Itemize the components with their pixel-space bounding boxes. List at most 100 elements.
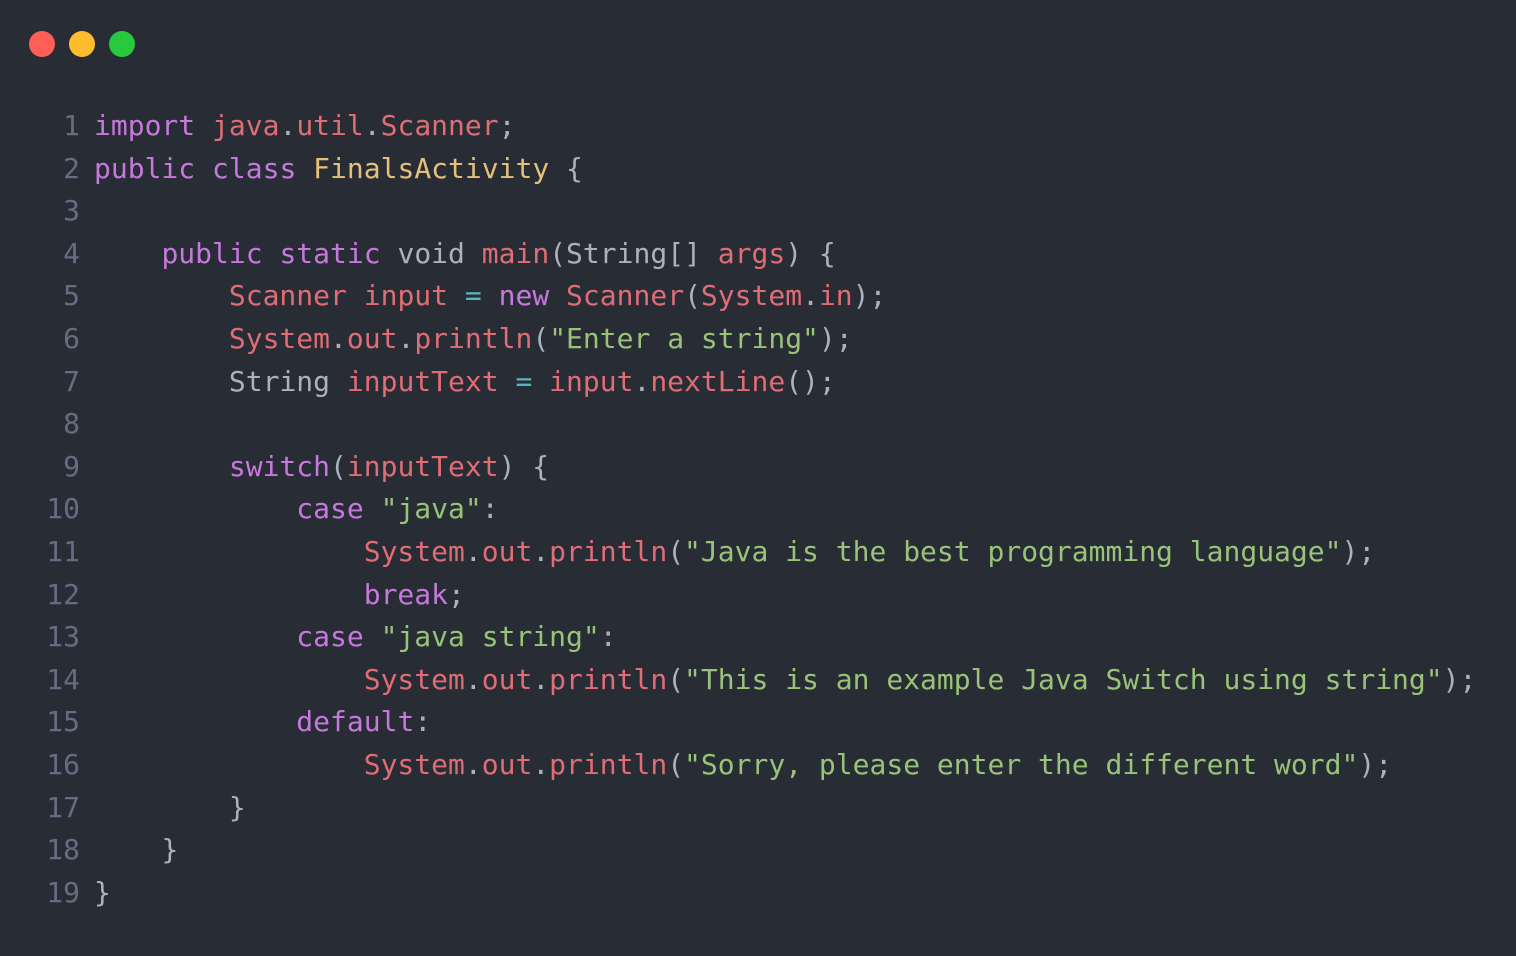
code-token: input [549, 364, 634, 398]
code-token: ( [667, 747, 685, 781]
line-number: 4 [63, 236, 80, 270]
code-line: 5 Scanner input = new Scanner(System.in)… [0, 275, 1476, 318]
code-token: ; [448, 577, 465, 611]
code-token: : [414, 705, 432, 739]
code-token: . [279, 109, 297, 142]
code-line: 11 System.out.println("Java is the best … [0, 531, 1476, 574]
code-token: in [818, 279, 853, 313]
code-token: println [414, 321, 533, 355]
code-token: "java string" [380, 620, 600, 654]
code-line: 3 [0, 190, 1476, 233]
line-content: public static void main(String[] args) { [94, 233, 835, 276]
code-token: input [363, 279, 449, 313]
code-line: 15 default: [0, 701, 1476, 744]
code-token: . [464, 662, 482, 696]
code-line: 14 System.out.println("This is an exampl… [0, 659, 1476, 702]
code-token: "Sorry, please enter the different word" [684, 747, 1359, 781]
code-line: 10 case "java": [0, 488, 1476, 531]
code-window: 1 import java.util.Scanner; 2 public class … [0, 0, 1516, 956]
code-token: Scanner [380, 109, 499, 142]
minimize-window-button[interactable] [69, 31, 95, 57]
code-token: = [515, 364, 533, 398]
code-token: . [330, 321, 347, 355]
code-token: println [549, 747, 668, 781]
line-content: Scanner input = new Scanner(System.in); [94, 275, 887, 318]
code-token: println [549, 662, 668, 696]
code-line: 4 public static void main(String[] args)… [0, 233, 1476, 276]
line-content: public class FinalsActivity { [94, 148, 583, 191]
code-token: Scanner [228, 279, 347, 313]
line-content: System.out.println("This is an example J… [94, 659, 1477, 702]
code-token: public [161, 236, 263, 270]
line-content: case "java": [94, 488, 498, 531]
code-token: java [212, 109, 280, 142]
code-token: . [397, 321, 415, 355]
code-line: 7 String inputText = input.nextLine(); [0, 361, 1476, 404]
code-token: : [599, 620, 617, 654]
code-token: "java" [380, 492, 482, 526]
code-token: ); [1442, 662, 1477, 696]
code-token: (String[] [549, 236, 718, 270]
code-line: 13 case "java string": [0, 616, 1476, 659]
code-token: { [549, 151, 583, 185]
code-token: case [296, 492, 364, 526]
code-line: 19} [0, 872, 1476, 915]
code-token: main [481, 236, 550, 270]
line-number: 2 [63, 151, 80, 185]
code-token: ( [330, 449, 347, 483]
code-token: ); [818, 321, 853, 355]
line-number: 1 [63, 109, 80, 142]
code-token: ); [852, 279, 887, 313]
code-token: . [633, 364, 651, 398]
line-content: case "java string": [94, 616, 617, 659]
line-content: System.out.println("Enter a string"); [94, 318, 853, 361]
code-token: void [380, 236, 482, 270]
line-content: switch(inputText) { [94, 446, 549, 489]
line-number: 16 [46, 747, 80, 781]
line-number: 5 [63, 279, 80, 313]
code-token: System [700, 279, 803, 313]
code-token: case [296, 620, 364, 654]
code-token: . [532, 662, 550, 696]
code-token: new [498, 279, 550, 313]
code-token: . [363, 109, 381, 142]
zoom-window-button[interactable] [109, 31, 135, 57]
code-token: static [279, 236, 381, 270]
code-line: 12 break; [0, 574, 1476, 617]
code-token: String [228, 364, 347, 398]
code-token: System [228, 321, 331, 355]
code-token: inputText [346, 364, 499, 398]
close-window-button[interactable] [29, 31, 55, 57]
line-number: 14 [46, 662, 80, 696]
line-number: 8 [63, 407, 80, 441]
code-token: } [161, 833, 179, 867]
line-content: default: [94, 701, 431, 744]
line-number: 13 [46, 620, 80, 654]
code-token: ); [1358, 747, 1393, 781]
code-token: Scanner [566, 279, 685, 313]
code-token: util [296, 109, 364, 142]
code-token: "Enter a string" [549, 321, 819, 355]
code-token: ); [1341, 534, 1376, 568]
code-line: 9 switch(inputText) { [0, 446, 1476, 489]
code-token: out [481, 534, 533, 568]
line-number: 11 [46, 534, 80, 568]
code-token: import [94, 109, 196, 142]
code-token: . [802, 279, 819, 313]
code-token: System [363, 662, 465, 696]
line-number: 12 [46, 577, 80, 611]
